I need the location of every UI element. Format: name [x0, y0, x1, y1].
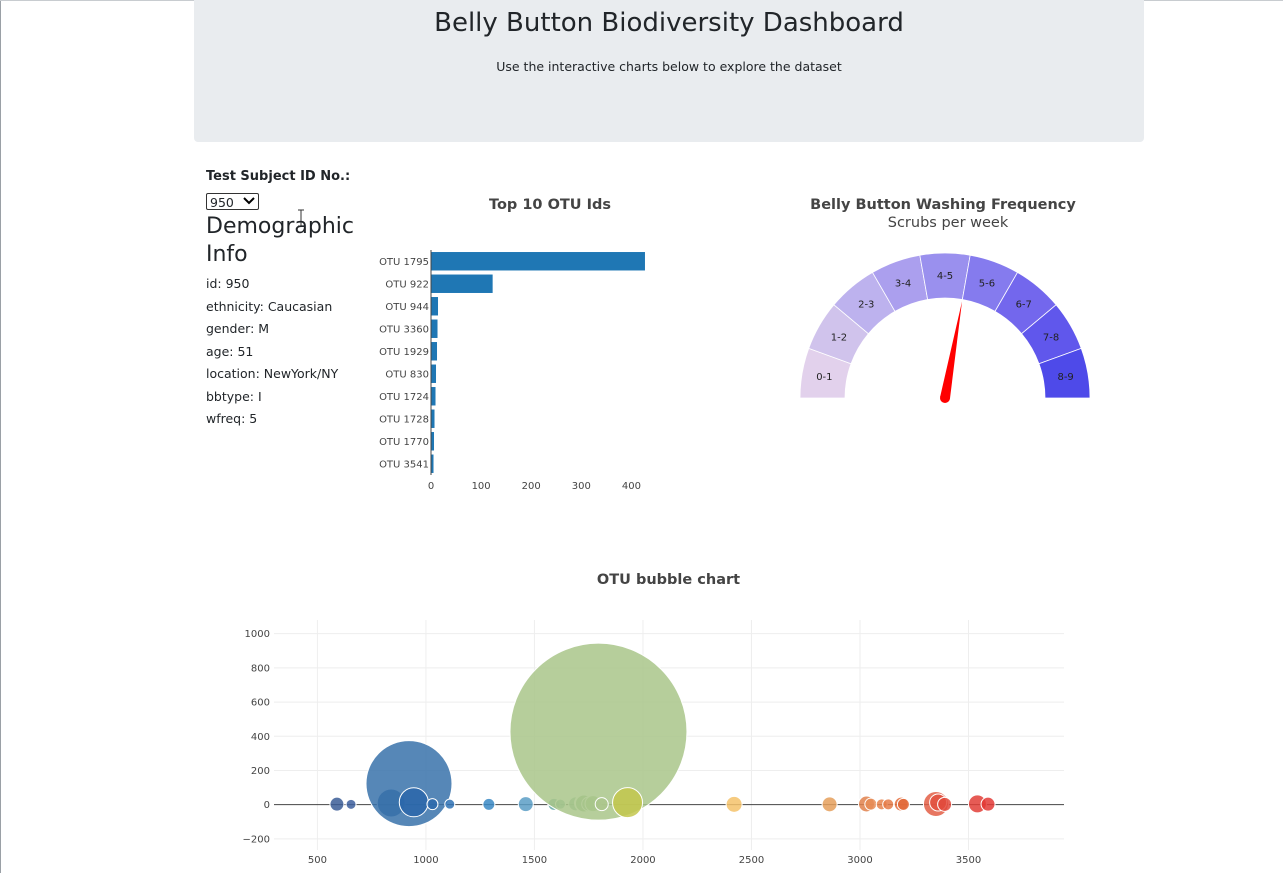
chevron-down-icon: [243, 197, 255, 205]
gauge-segment-label-0: 0-1: [816, 372, 832, 383]
gauge-segment-label-2: 2-3: [858, 300, 874, 311]
bar-category-label-3: OTU 3360: [379, 324, 429, 335]
bubble-point-4: [398, 787, 429, 818]
gauge-chart-title: Belly Button Washing Frequency: [810, 197, 1076, 213]
bubble-point-19: [725, 795, 743, 813]
bar-category-label-9: OTU 3541: [379, 459, 429, 470]
gauge-segment-label-4: 4-5: [937, 271, 953, 282]
bubble-point-24: [882, 798, 895, 811]
bubble-y-tick-label-2: 200: [251, 766, 270, 777]
gauge-segment-label-5: 5-6: [979, 278, 995, 289]
bar-category-label-2: OTU 944: [385, 302, 429, 313]
page-subtitle: Use the interactive charts below to expl…: [496, 59, 842, 74]
bar-category-label-8: OTU 1770: [379, 437, 429, 448]
bar-x-tick-label-0: 0: [428, 481, 434, 492]
bubble-x-tick-label-6: 3500: [956, 855, 981, 866]
bar-category-label-6: OTU 1724: [379, 392, 429, 403]
bar-5: [431, 364, 437, 383]
bar-1: [431, 274, 493, 293]
window-left-border: [0, 0, 1, 873]
demographic-info-list: id: 950 ethnicity: Caucasian gender: M a…: [206, 276, 338, 434]
bubble-point-16: [509, 642, 688, 821]
bar-category-label-5: OTU 830: [385, 369, 429, 380]
bubble-point-17: [594, 797, 609, 812]
bubble-y-tick-label-4: 600: [251, 698, 270, 709]
bubble-y-tick-label-6: 1000: [245, 629, 270, 640]
bubble-point-7: [482, 797, 496, 811]
gauge-chart: 0-1 1-2 2-3 3-4 4-5 5-6 6-7 7-8 8-9: [799, 252, 1091, 403]
bar-x-tick-label-1: 100: [472, 481, 491, 492]
bubble-x-tick-label-0: 500: [308, 855, 327, 866]
bubble-x-tick-label-5: 3000: [847, 855, 872, 866]
page-title: Belly Button Biodiversity Dashboard: [434, 8, 904, 38]
gauge-segment-label-3: 3-4: [895, 278, 911, 289]
bar-x-tick-label-3: 300: [572, 481, 591, 492]
bubble-point-31: [980, 796, 996, 812]
bubble-point-0: [329, 796, 345, 812]
bar-x-tick-label-4: 400: [622, 481, 641, 492]
demographic-info-title: Demographic Info: [206, 214, 354, 267]
bubble-point-26: [896, 797, 910, 811]
demographic-location: location: NewYork/NY: [206, 366, 339, 381]
bubble-chart-title: OTU bubble chart: [596, 572, 741, 588]
bubble-y-tick-label-3: 400: [251, 732, 270, 743]
bubble-point-5: [426, 798, 439, 811]
bubble-point-8: [517, 796, 534, 813]
bubble-point-22: [864, 797, 878, 811]
gauge-needle: [940, 301, 963, 399]
gauge-segment-label-7: 7-8: [1043, 332, 1059, 343]
gauge-needle-hub: [940, 393, 950, 403]
bubble-x-tick-label-3: 2000: [630, 855, 655, 866]
bar-category-label-1: OTU 922: [385, 279, 429, 290]
bubble-x-tick-label-2: 1500: [522, 855, 547, 866]
gauge-segment-label-1: 1-2: [831, 332, 847, 343]
bubble-point-1: [345, 798, 357, 810]
bubble-y-tick-label-0: −200: [243, 834, 270, 845]
bar-chart-title: Top 10 OTU Ids: [488, 197, 612, 213]
gauge-segment-label-8: 8-9: [1057, 372, 1073, 383]
bar-4: [431, 342, 438, 361]
bubble-point-20: [821, 796, 838, 813]
bar-chart: OTU 1795 OTU 922 OTU 944 OTU 3360 OTU 1929 OT…: [379, 250, 645, 492]
header-jumbotron: Belly Button Biodiversity Dashboard Use …: [194, 0, 1144, 142]
bar-category-label-4: OTU 1929: [379, 347, 429, 358]
subject-id-label: Test Subject ID No.:: [206, 169, 351, 184]
bubble-point-18: [612, 787, 644, 819]
subject-id-select[interactable]: 950: [206, 193, 259, 210]
bubble-y-tick-label-1: 0: [264, 800, 270, 811]
bar-category-label-7: OTU 1728: [379, 414, 429, 425]
bubble-x-tick-label-4: 2500: [739, 855, 764, 866]
bar-6: [431, 387, 436, 406]
demographic-bbtype: bbtype: I: [206, 388, 262, 404]
demographic-wfreq: wfreq: 5: [206, 411, 258, 426]
bubble-x-tick-label-1: 1000: [413, 855, 438, 866]
bar-3: [431, 319, 438, 338]
bubble-point-29: [937, 796, 953, 812]
bar-category-label-0: OTU 1795: [379, 257, 429, 268]
gauge-segment-label-6: 6-7: [1016, 300, 1032, 311]
demographic-id: id: 950: [206, 276, 250, 291]
subject-id-selected-value: 950: [210, 195, 234, 210]
bubble-chart: −200 0 200 400 600 800 1000 500 1000 1500 2000 2500…: [243, 620, 1064, 866]
demographic-gender: gender: M: [206, 321, 270, 336]
bubble-y-tick-label-5: 800: [251, 663, 270, 674]
gauge-chart-subtitle: Scrubs per week: [887, 215, 1009, 231]
bar-7: [431, 409, 435, 428]
bar-2: [431, 297, 439, 316]
demographic-age: age: 51: [206, 343, 254, 359]
bar-0: [431, 252, 645, 271]
bubble-point-6: [444, 798, 456, 810]
demographic-ethnicity: ethnicity: Caucasian: [206, 298, 333, 314]
bar-x-tick-label-2: 200: [522, 481, 541, 492]
